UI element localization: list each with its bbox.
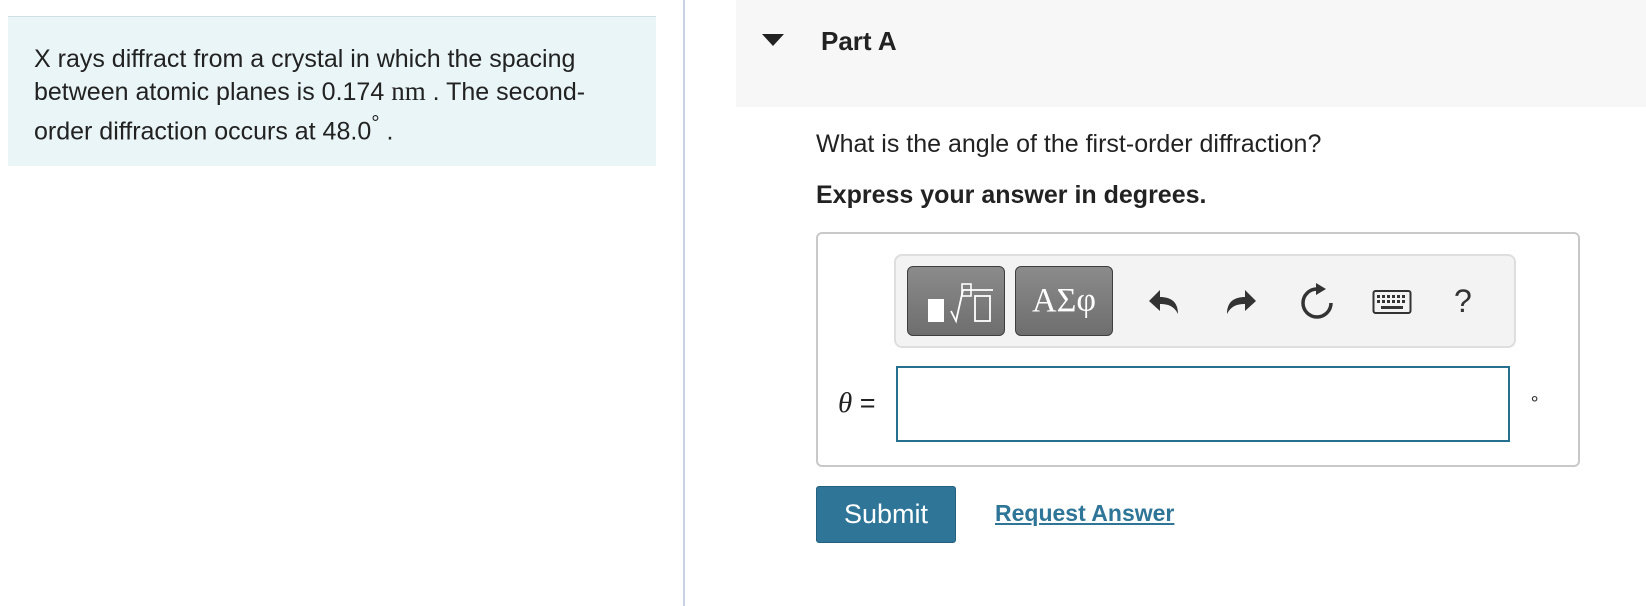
panel-divider (683, 0, 685, 606)
redo-icon[interactable] (1219, 281, 1261, 323)
equals-sign: = (859, 388, 876, 418)
answer-input[interactable] (896, 366, 1510, 442)
templates-icon (928, 283, 993, 324)
part-title: Part A (821, 26, 897, 56)
degree-symbol: ° (371, 112, 380, 135)
greek-label: ΑΣφ (1032, 282, 1096, 319)
answer-instruction: Express your answer in degrees. (816, 181, 1207, 209)
greek-symbols-button[interactable]: ΑΣφ (1015, 266, 1113, 336)
reset-icon[interactable] (1296, 281, 1338, 323)
undo-icon[interactable] (1144, 281, 1186, 323)
problem-text-3: . (386, 117, 394, 146)
request-answer-link[interactable]: Request Answer (995, 500, 1174, 527)
theta-symbol: θ (838, 387, 853, 419)
templates-button[interactable] (907, 266, 1005, 336)
keyboard-icon[interactable] (1372, 281, 1412, 323)
help-button[interactable]: ? (1454, 283, 1472, 320)
answer-label: θ = (838, 387, 876, 420)
collapse-caret-icon[interactable] (762, 34, 784, 46)
problem-statement: X rays diffract from a crystal in which … (8, 16, 656, 166)
question-text: What is the angle of the first-order dif… (816, 130, 1322, 158)
submit-button[interactable]: Submit (816, 486, 956, 543)
degree-unit: ∘ (1529, 388, 1541, 408)
unit-nm: nm (391, 76, 426, 106)
